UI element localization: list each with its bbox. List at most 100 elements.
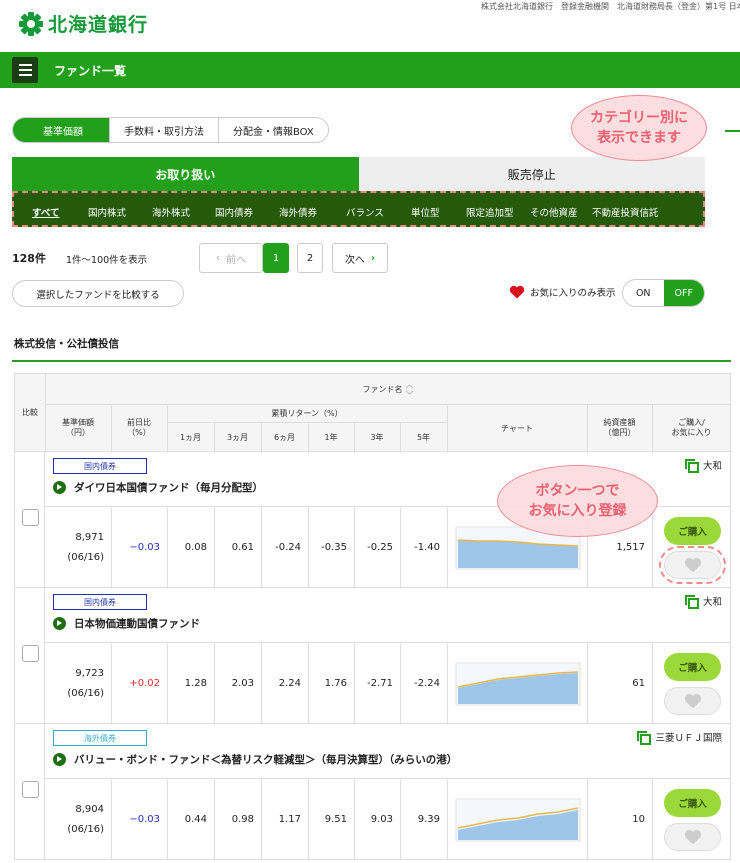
compare-checkbox[interactable]: [22, 509, 39, 526]
fund-row: 海外債券 バリュー・ボンド・ファンド＜為替リスク軽減型＞（毎月決算型）（みらいの港…: [14, 724, 731, 860]
favorite-filter-label: お気に入りのみ表示: [509, 285, 616, 299]
header-3m[interactable]: 3ヵ月: [214, 433, 261, 443]
callout-line: お気に入り登録: [528, 503, 627, 519]
divider: [45, 404, 731, 405]
header-1y[interactable]: 1年: [308, 433, 354, 443]
favorite-filter-toggle[interactable]: ON OFF: [622, 279, 705, 307]
fund-name: 日本物価連動国債ファンド: [74, 618, 200, 630]
fund-name-link[interactable]: ダイワ日本国債ファンド（毎月分配型）: [53, 480, 263, 495]
category-domestic-bond[interactable]: 国内債券: [215, 205, 253, 219]
tab-fees[interactable]: 手数料・取引方法: [110, 118, 219, 142]
fund-name-link[interactable]: バリュー・ボンド・ファンド＜為替リスク軽減型＞（毎月決算型）（みらいの港）: [53, 752, 457, 767]
category-limited[interactable]: 限定追加型: [466, 205, 514, 219]
heart-icon: [684, 557, 701, 572]
category-unit[interactable]: 単位型: [411, 205, 440, 219]
fund-data: 8,904 (06/16) −0.03 0.44 0.98 1.17 9.51 9.03 9.3…: [45, 778, 730, 860]
header-change-unit: （%）: [127, 428, 151, 437]
buy-cell: ご購入: [652, 507, 732, 588]
decorative-line: [725, 130, 740, 132]
category-all[interactable]: すべて: [32, 205, 59, 219]
category-reit[interactable]: 不動産投資信託: [592, 205, 659, 219]
favorite-button[interactable]: [659, 545, 726, 584]
prev-label: 前へ: [226, 254, 246, 266]
buy-cell: ご購入: [652, 643, 732, 724]
window-icon: [684, 459, 699, 473]
header-6m[interactable]: 6ヵ月: [261, 433, 308, 443]
return-cell: 0.98: [214, 779, 261, 860]
corporate-note: 株式会社北海道銀行 登録金融機関 北海道財務局長（登金）第1号 日本証券業協会: [481, 2, 740, 11]
tab-nav[interactable]: 基準価額: [13, 118, 110, 142]
window-icon: [684, 595, 699, 609]
favorite-callout: ボタン一つで お気に入り登録: [497, 465, 658, 537]
callout-line: カテゴリー別に: [590, 110, 688, 126]
header-assets[interactable]: 純資産額 （億円）: [587, 418, 652, 438]
header-6m-label: 6ヵ月: [273, 433, 296, 442]
chart-cell: [447, 779, 587, 860]
nav-date: (06/16): [67, 687, 104, 699]
category-other[interactable]: その他資産: [530, 205, 578, 219]
arrow-right-icon: [53, 617, 66, 630]
fund-name-link[interactable]: 日本物価連動国債ファンド: [53, 616, 200, 631]
fund-company[interactable]: 大和: [684, 594, 722, 609]
return-cell: 1.28: [167, 643, 214, 724]
header-3y-label: 3年: [370, 433, 384, 442]
assets-cell: 61: [587, 643, 652, 724]
return-cell: -1.40: [400, 507, 447, 588]
page-2-button[interactable]: 2: [297, 243, 323, 273]
return-cell: 0.08: [167, 507, 214, 588]
fund-category-badge: 国内債券: [53, 458, 147, 474]
header-1m[interactable]: 1ヵ月: [167, 433, 214, 443]
header-5y[interactable]: 5年: [400, 433, 447, 443]
chart-cell: [447, 643, 587, 724]
header-3y[interactable]: 3年: [354, 433, 400, 443]
header-nav[interactable]: 基準価額 （円）: [45, 418, 111, 438]
header-fund-name[interactable]: ファンド名: [45, 384, 731, 395]
compare-checkbox[interactable]: [22, 645, 39, 662]
return-cell: -2.71: [354, 643, 400, 724]
favorite-button[interactable]: [664, 822, 721, 851]
header-change[interactable]: 前日比 （%）: [111, 418, 167, 438]
fund-company[interactable]: 大和: [684, 458, 722, 473]
fund-company[interactable]: 三菱ＵＦＪ国際: [637, 730, 722, 745]
toggle-on[interactable]: ON: [623, 280, 664, 306]
fund-company-name: 三菱ＵＦＪ国際: [655, 733, 722, 744]
tab-suspended[interactable]: 販売停止: [358, 157, 705, 191]
prev-page-button[interactable]: ‹ 前へ: [199, 243, 263, 273]
category-foreign-equity[interactable]: 海外株式: [152, 205, 190, 219]
fund-name: ダイワ日本国債ファンド（毎月分配型）: [74, 482, 263, 494]
tab-dividend[interactable]: 分配金・情報BOX: [219, 118, 328, 142]
next-page-button[interactable]: 次へ ›: [332, 243, 388, 273]
return-cell: -0.35: [308, 507, 354, 588]
fund-name: バリュー・ボンド・ファンド＜為替リスク軽減型＞（毎月決算型）（みらいの港）: [74, 754, 458, 766]
return-cell: 9.39: [400, 779, 447, 860]
return-cell: 0.61: [214, 507, 261, 588]
category-balance[interactable]: バランス: [346, 205, 384, 219]
tab-available[interactable]: お取り扱い: [12, 157, 359, 191]
fund-company-name: 大和: [702, 597, 722, 608]
page-1-button[interactable]: 1: [263, 243, 289, 273]
favorite-filter-text: お気に入りのみ表示: [530, 288, 616, 299]
nav-date: (06/16): [67, 551, 104, 563]
view-tabs: 基準価額 手数料・取引方法 分配金・情報BOX: [12, 117, 329, 143]
header-chart: チャート: [501, 424, 533, 433]
header-favorite-label: お気に入り: [671, 428, 712, 437]
nav-value: 8,904: [75, 803, 104, 815]
availability-tabs: お取り扱い 販売停止: [12, 157, 705, 191]
compare-checkbox[interactable]: [22, 781, 39, 798]
nav-cell: 8,904 (06/16): [45, 779, 111, 860]
favorite-button[interactable]: [664, 686, 721, 715]
callout-line: ボタン一つで: [535, 483, 620, 499]
category-foreign-bond[interactable]: 海外債券: [279, 205, 317, 219]
buy-button[interactable]: ご購入: [664, 652, 721, 681]
bank-logo[interactable]: 北海道銀行: [18, 10, 148, 37]
result-count: 128件: [12, 252, 46, 265]
header-change-label: 前日比: [127, 418, 151, 427]
fund-category-badge: 国内債券: [53, 594, 147, 610]
hamburger-menu-icon[interactable]: [12, 57, 38, 83]
toggle-off[interactable]: OFF: [663, 280, 704, 306]
buy-button[interactable]: ご購入: [664, 516, 721, 545]
buy-button[interactable]: ご購入: [664, 788, 721, 817]
compare-funds-button[interactable]: 選択したファンドを比較する: [12, 280, 184, 307]
navbar: ファンド一覧: [0, 52, 740, 88]
category-domestic-equity[interactable]: 国内株式: [88, 205, 126, 219]
